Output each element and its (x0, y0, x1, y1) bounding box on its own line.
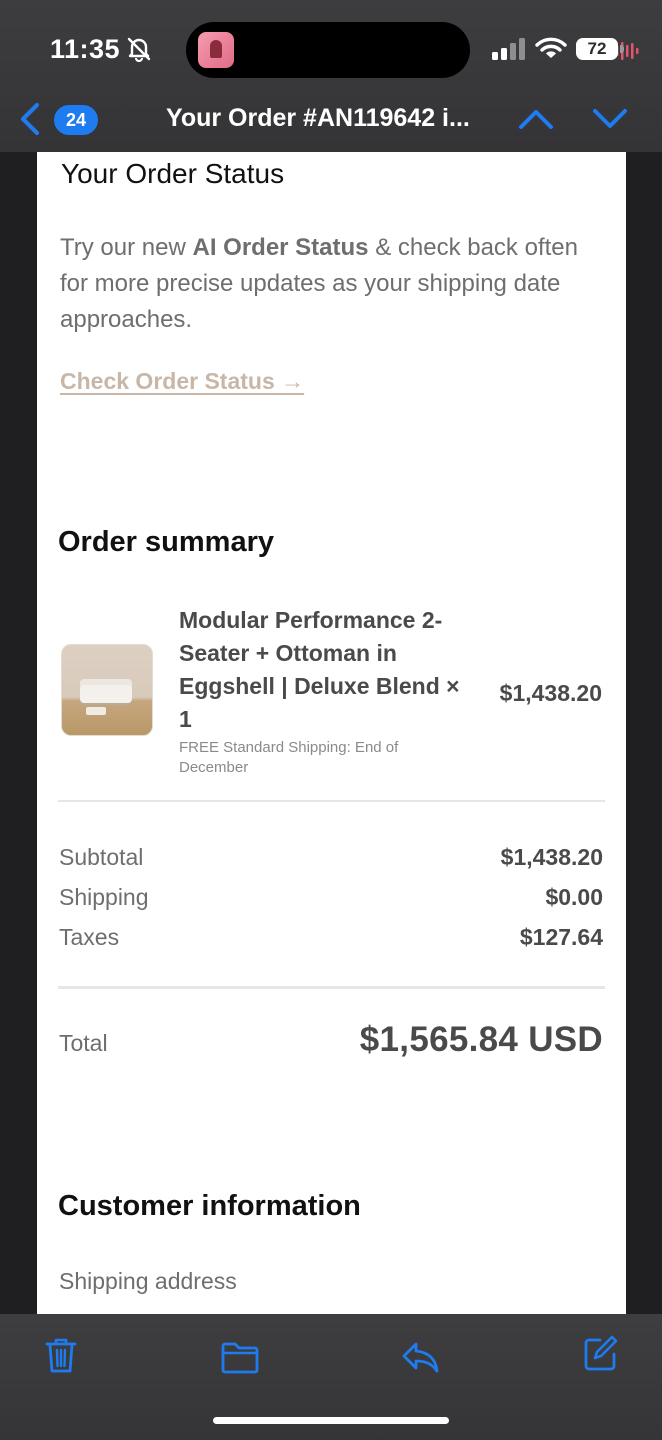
battery-tip (620, 45, 624, 53)
product-price: $1,438.20 (499, 680, 602, 706)
sofa-body-shape (80, 685, 132, 703)
ottoman-shape (86, 707, 106, 715)
status-bar: 11:35 72 (0, 0, 662, 96)
status-time: 11:35 (50, 34, 121, 64)
email-content: Your Order Status Try our new AI Order S… (37, 152, 626, 1314)
total-divider (58, 986, 605, 989)
product-image (61, 644, 153, 736)
customer-info-heading: Customer information (58, 1190, 361, 1222)
order-status-heading: Your Order Status (61, 158, 285, 189)
chevron-up-icon[interactable] (518, 106, 554, 132)
subtotal-label: Subtotal (59, 844, 144, 870)
compose-icon[interactable] (582, 1334, 618, 1372)
order-status-description: Try our new AI Order Status & check back… (60, 230, 580, 338)
folder-icon[interactable] (220, 1338, 260, 1376)
battery-indicator: 72 (576, 38, 618, 60)
trash-icon[interactable] (43, 1336, 79, 1374)
reply-icon[interactable] (400, 1338, 440, 1376)
taxes-label: Taxes (59, 924, 120, 950)
shipping-address-label: Shipping address (59, 1268, 237, 1294)
message-body-viewport[interactable]: Your Order Status Try our new AI Order S… (0, 152, 662, 1314)
status-text-prefix: Try our new (60, 234, 193, 261)
wifi-icon (535, 37, 567, 58)
product-name: Modular Performance 2-Seater + Ottoman i… (179, 607, 460, 732)
home-indicator[interactable] (213, 1417, 449, 1424)
top-chrome: 11:35 72 24 Your Order #AN119642 i... (0, 0, 662, 152)
total-value: $1,565.84 USD (359, 1020, 603, 1059)
chevron-left-icon[interactable] (18, 102, 42, 136)
order-summary-heading: Order summary (58, 526, 274, 558)
total-label: Total (59, 1030, 108, 1056)
dynamic-island[interactable] (186, 22, 639, 78)
shipping-label: Shipping (59, 884, 149, 910)
status-text-bold: AI Order Status (192, 234, 369, 261)
check-order-status-link[interactable]: Check Order Status → (60, 368, 304, 395)
subtotal-value: $1,438.20 (500, 844, 603, 870)
back-unread-badge[interactable]: 24 (54, 105, 98, 135)
cellular-signal-icon (492, 38, 525, 60)
summary-divider (58, 800, 605, 802)
message-subject-title: Your Order #AN119642 i... (166, 104, 470, 132)
mail-nav-bar: 24 Your Order #AN119642 i... (0, 96, 662, 152)
now-playing-artwork (198, 32, 234, 68)
bell-slash-icon (127, 37, 151, 62)
taxes-value: $127.64 (519, 924, 603, 950)
shipping-value: $0.00 (545, 884, 603, 910)
product-shipping-note: FREE Standard Shipping: End of December (179, 739, 399, 776)
chevron-down-icon[interactable] (592, 106, 628, 132)
